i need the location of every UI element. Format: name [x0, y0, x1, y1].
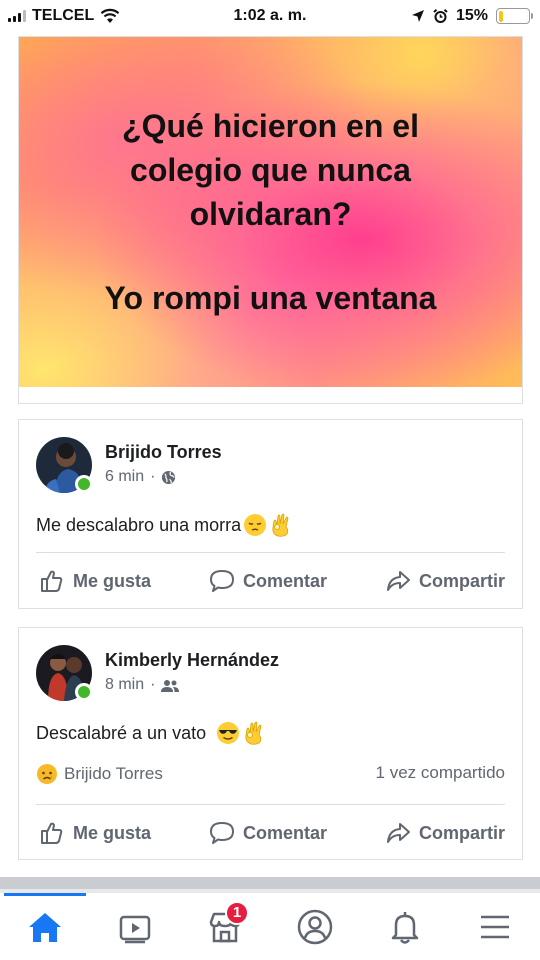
like-button[interactable]: Me gusta	[39, 820, 151, 846]
divider	[36, 804, 505, 805]
post-meta: 8 min ·	[105, 676, 180, 694]
post-message: Me descalabro una morra	[36, 512, 293, 538]
profile-icon	[297, 909, 333, 944]
friends-icon	[161, 679, 180, 692]
post-question: ¿Qué hicieron en el colegio que nunca ol…	[105, 104, 437, 320]
notifications-icon	[391, 911, 419, 944]
nav-notifications[interactable]	[375, 897, 435, 957]
globe-icon	[162, 470, 176, 484]
text-background-post: ¿Qué hicieron en el colegio que nunca ol…	[18, 36, 523, 404]
nav-menu[interactable]	[465, 897, 525, 957]
feed-separator	[0, 877, 540, 889]
share-label: Compartir	[418, 822, 505, 843]
share-button[interactable]: Compartir	[385, 568, 505, 594]
comment-button[interactable]: Comentar	[209, 820, 327, 846]
like-label: Me gusta	[73, 570, 152, 591]
post-actions: Me gusta Comentar Compartir	[19, 820, 522, 846]
post-message: Descalabré a un vato	[36, 720, 266, 746]
post-line: colegio que nunca	[130, 152, 411, 188]
nav-watch[interactable]	[105, 897, 165, 957]
ok-hand-emoji	[272, 513, 289, 537]
sad-reaction-icon	[37, 764, 57, 784]
alarm-icon	[433, 8, 448, 23]
reactions-row: Brijido Torres 1 vez compartido	[36, 763, 505, 785]
reaction-summary[interactable]: Brijido Torres	[36, 763, 163, 785]
post-meta: 6 min ·	[105, 468, 176, 486]
pensive-face-emoji	[244, 514, 267, 536]
comment-label: Comentar	[242, 570, 327, 591]
post-line: olvidaran?	[189, 196, 352, 232]
post-message-text: Descalabré a un vato	[36, 722, 207, 743]
post-message-text: Me descalabro una morra	[36, 514, 242, 535]
sunglasses-face-emoji	[217, 722, 240, 744]
like-button[interactable]: Me gusta	[39, 568, 151, 594]
comment-label: Comentar	[242, 822, 327, 843]
divider	[36, 552, 505, 553]
home-icon	[29, 912, 61, 942]
nav-home[interactable]	[15, 897, 75, 957]
author-name[interactable]: Brijido Torres	[105, 442, 222, 463]
status-bar: TELCEL 1:02 a. m. 15%	[0, 0, 540, 34]
battery-icon	[496, 8, 533, 24]
author-name[interactable]: Kimberly Hernández	[105, 650, 279, 671]
watch-icon	[119, 915, 151, 943]
notification-badge: 1	[225, 900, 249, 925]
active-tab-indicator	[4, 893, 86, 896]
battery-percent: 15%	[455, 7, 488, 24]
ok-hand-emoji	[245, 721, 262, 745]
comment-icon	[209, 822, 234, 844]
like-label: Me gusta	[73, 822, 152, 843]
post-time[interactable]: 6 min	[105, 468, 144, 486]
comment-button[interactable]: Comentar	[209, 568, 327, 594]
menu-icon	[481, 915, 509, 938]
shared-post-card: Kimberly Hernández 8 min · Descalabré a …	[18, 627, 523, 860]
post-line: Yo rompi una ventana	[104, 280, 437, 316]
post-actions: Me gusta Comentar Compartir	[19, 568, 522, 594]
online-status-dot	[75, 475, 93, 493]
shared-post-card: Brijido Torres 6 min · Me descalabro una…	[18, 419, 523, 609]
reactor-name: Brijido Torres	[64, 764, 163, 783]
share-count[interactable]: 1 vez compartido	[376, 763, 505, 785]
comment-icon	[209, 570, 234, 592]
post-time[interactable]: 8 min	[105, 676, 144, 694]
share-icon	[386, 823, 410, 843]
location-icon	[411, 10, 424, 22]
share-button[interactable]: Compartir	[385, 820, 505, 846]
post-line: ¿Qué hicieron en el	[122, 108, 419, 144]
share-icon	[386, 571, 410, 591]
bottom-navigation: 1	[0, 893, 540, 960]
gradient-post-background: ¿Qué hicieron en el colegio que nunca ol…	[19, 37, 522, 387]
nav-marketplace[interactable]: 1	[195, 897, 255, 957]
thumbs-up-icon	[41, 822, 63, 844]
share-label: Compartir	[418, 570, 505, 591]
thumbs-up-icon	[41, 570, 63, 592]
online-status-dot	[75, 683, 93, 701]
nav-profile[interactable]	[285, 897, 345, 957]
